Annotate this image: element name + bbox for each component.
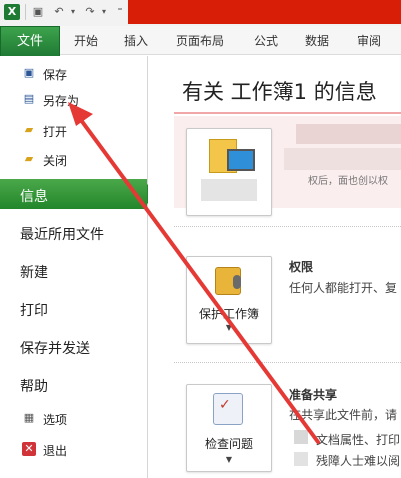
- redo-icon[interactable]: ↷: [83, 5, 97, 19]
- nav-item-recent[interactable]: 最近所用文件: [0, 217, 147, 247]
- save-icon[interactable]: ▣: [31, 5, 45, 19]
- monitor-icon: [227, 149, 255, 171]
- section-divider: [174, 226, 401, 228]
- tab-insert[interactable]: 插入: [124, 32, 148, 49]
- nav-item-save-send-label: 保存并发送: [20, 341, 90, 357]
- share-bullet-properties: 文档属性、打印: [316, 433, 401, 447]
- nav-item-recent-label: 最近所用文件: [20, 227, 104, 243]
- tab-page-layout[interactable]: 页面布局: [176, 32, 224, 49]
- title-rule: [174, 112, 401, 114]
- nav-item-exit-label: 退出: [43, 444, 68, 458]
- close-folder-icon: ▰: [24, 152, 34, 165]
- undo-icon[interactable]: ↶: [52, 5, 66, 19]
- excel-app-icon[interactable]: X: [4, 4, 20, 20]
- nav-item-options-label: 选项: [43, 413, 68, 427]
- nav-item-save-as[interactable]: ▤ 另存为: [0, 89, 147, 111]
- check-issues-label: 检查问题: [204, 437, 253, 451]
- nav-item-save[interactable]: ▣ 保存: [0, 63, 147, 85]
- redo-dropdown-icon[interactable]: ▾: [97, 5, 111, 19]
- nav-item-print[interactable]: 打印: [0, 293, 147, 323]
- checkmark-icon: ✓: [219, 397, 231, 413]
- exit-icon: ✕: [22, 442, 36, 456]
- nav-item-save-send[interactable]: 保存并发送: [0, 331, 147, 361]
- save-as-icon: ▤: [23, 92, 35, 105]
- blurred-label: [201, 179, 257, 201]
- undo-dropdown-icon[interactable]: ▾: [66, 5, 80, 19]
- tab-home[interactable]: 开始: [74, 32, 98, 49]
- blurred-text: [284, 148, 401, 170]
- section-divider: [174, 362, 401, 364]
- nav-item-print-label: 打印: [20, 303, 48, 319]
- nav-item-options[interactable]: ▦ 选项: [0, 408, 147, 430]
- document-card[interactable]: [186, 128, 272, 216]
- tab-file[interactable]: 文件: [0, 26, 60, 56]
- page-title: 有关 工作簿1 的信息: [182, 80, 377, 104]
- nav-item-exit[interactable]: ✕ 退出: [0, 439, 147, 461]
- check-issues-card[interactable]: ✓ 检查问题 ▼: [186, 384, 272, 472]
- backstage-nav: ▣ 保存 ▤ 另存为 ▰ 打开 ▰ 关闭 信息 最近所用文件 新建 打印 保存并…: [0, 56, 157, 478]
- permissions-title: 权限: [289, 260, 314, 274]
- save-icon: ▣: [23, 66, 35, 79]
- nav-item-open-label: 打开: [43, 125, 68, 139]
- protect-workbook-card[interactable]: 保护工作簿 ▼: [186, 256, 272, 344]
- nav-item-help[interactable]: 帮助: [0, 369, 147, 399]
- nav-item-close-label: 关闭: [43, 154, 68, 168]
- nav-item-open[interactable]: ▰ 打开: [0, 120, 147, 142]
- nav-item-save-label: 保存: [43, 68, 68, 82]
- protect-workbook-label: 保护工作簿: [198, 307, 259, 321]
- info-pane: 有关 工作簿1 的信息 权后，面也创以权 保护工作簿 ▼ 权限 任何人都能打开、…: [148, 56, 401, 478]
- info-partial-text: 权后，面也创以权: [308, 176, 388, 187]
- toolbar-separator: [25, 4, 26, 20]
- key-icon: [233, 275, 241, 289]
- share-desc: 在共享此文件前，请: [289, 408, 398, 422]
- share-bullet-accessibility: 残障人士难以阅: [316, 454, 401, 468]
- share-title: 准备共享: [289, 388, 338, 402]
- nav-item-help-label: 帮助: [20, 379, 48, 395]
- customize-toolbar-icon[interactable]: ⁼: [113, 5, 127, 19]
- nav-item-new-label: 新建: [20, 265, 48, 281]
- bullet-icon: [294, 430, 308, 444]
- quick-access-toolbar: X ▣ ↶ ▾ ↷ ▾ ⁼: [0, 0, 401, 26]
- nav-item-save-as-label: 另存为: [43, 94, 80, 108]
- bullet-icon: [294, 452, 308, 466]
- nav-item-info-label: 信息: [20, 189, 48, 205]
- title-bar: [128, 0, 401, 24]
- tab-formulas[interactable]: 公式: [254, 32, 278, 49]
- tab-review[interactable]: 审阅: [357, 32, 381, 49]
- tab-data[interactable]: 数据: [305, 32, 329, 49]
- nav-item-info[interactable]: 信息: [0, 179, 157, 209]
- permissions-desc: 任何人都能打开、复: [289, 281, 398, 295]
- chevron-down-icon: ▼: [225, 323, 233, 332]
- chevron-down-icon: ▼: [225, 455, 233, 464]
- nav-item-new[interactable]: 新建: [0, 255, 147, 285]
- blurred-text: [296, 124, 401, 144]
- options-icon: ▦: [23, 411, 35, 424]
- nav-item-close[interactable]: ▰ 关闭: [0, 149, 147, 171]
- open-folder-icon: ▰: [24, 123, 34, 136]
